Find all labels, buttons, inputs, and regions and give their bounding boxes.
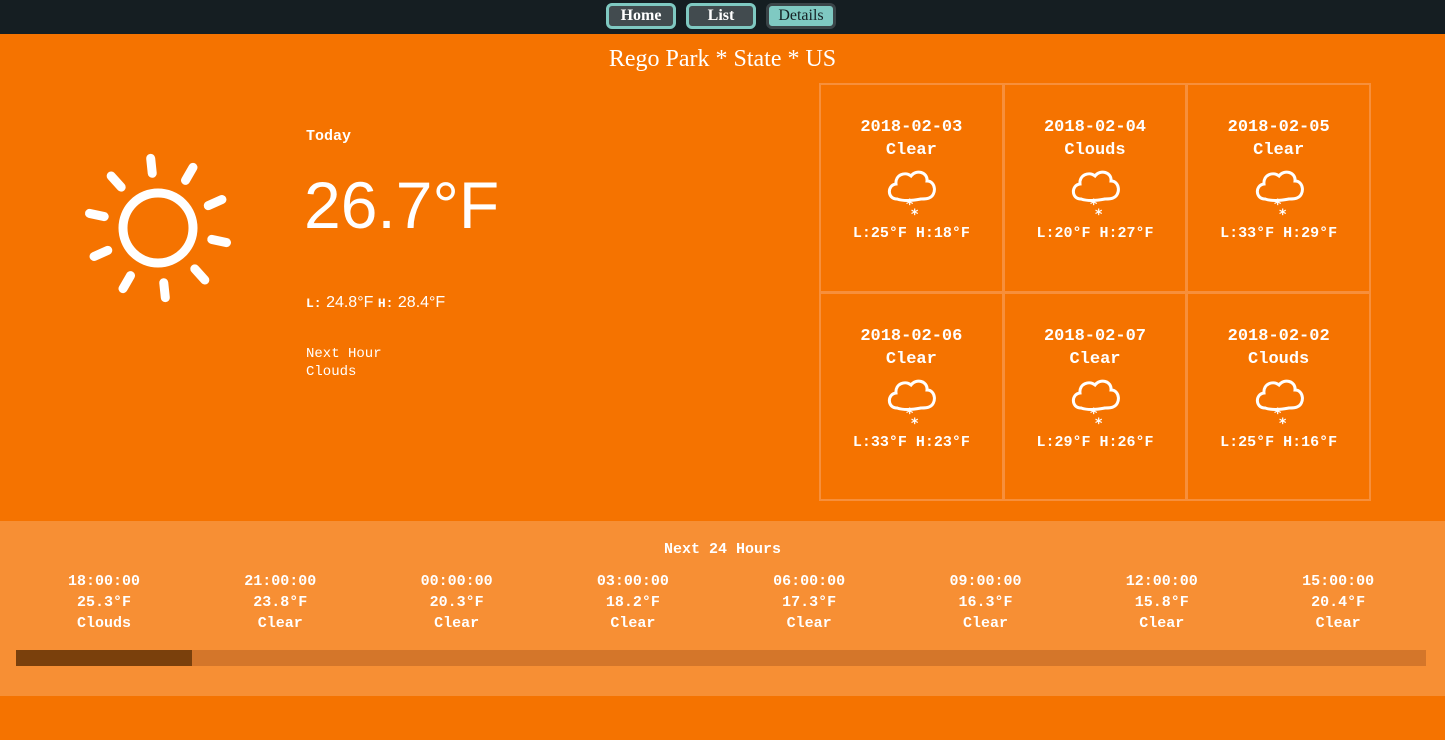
forecast-range: L:33°F H:29°F <box>1220 225 1338 242</box>
svg-text:*: * <box>1095 416 1103 430</box>
forecast-card: 2018-02-04 Clouds * * L:20°F H:27°F <box>1004 85 1186 291</box>
svg-text:*: * <box>1095 207 1103 221</box>
forecast-grid: 2018-02-03 Clear * * L:25°F H:18°F 2018-02-04… <box>819 83 1371 501</box>
hourly-temp: 20.3°F <box>429 594 484 611</box>
hourly-condition: Clear <box>1139 615 1185 632</box>
sun-ray <box>181 162 198 185</box>
hourly-time: 09:00:00 <box>949 573 1022 590</box>
hourly-condition: Clouds <box>76 615 131 632</box>
hourly-scrollbar[interactable] <box>16 650 1426 666</box>
scrollbar-thumb[interactable] <box>16 650 193 666</box>
forecast-card: 2018-02-05 Clear * * L:33°F H:29°F <box>1188 85 1369 291</box>
hourly-time: 15:00:00 <box>1302 573 1375 590</box>
cloud-snow-icon: ** <box>1071 170 1120 221</box>
forecast-range: L:25°F H:16°F <box>1220 433 1338 451</box>
hourly-item: 18:00:00 25.3°F Clouds <box>16 571 192 634</box>
hourly-item: 06:00:00 17.3°F Clear <box>721 571 897 634</box>
cloud-snow-icon: ** <box>888 379 937 430</box>
cloud-snow-icon: ** <box>1255 379 1304 430</box>
nav-home-button[interactable]: Home <box>606 3 676 29</box>
nav-details-button[interactable]: Details <box>766 3 836 29</box>
today-range: L: 24.8°F H: 28.4°F <box>306 294 445 312</box>
forecast-date: 2018-02-04 <box>1043 118 1146 137</box>
hourly-time: 06:00:00 <box>773 573 846 590</box>
current-temperature: 26.7°F <box>304 168 500 242</box>
forecast-date: 2018-02-06 <box>860 326 963 346</box>
hourly-time: 21:00:00 <box>244 573 317 590</box>
sun-icon <box>85 153 231 303</box>
svg-text:*: * <box>1279 416 1287 430</box>
forecast-range: L:29°F H:26°F <box>1036 433 1154 451</box>
forecast-range: L:20°F H:27°F <box>1036 225 1154 242</box>
forecast-card: 2018-02-02 Clouds * * L:25°F H:16°F <box>1188 293 1369 499</box>
hourly-item: 12:00:00 15.8°F Clear <box>1074 571 1250 634</box>
forecast-range: L:33°F H:23°F <box>852 433 970 451</box>
sun-ray <box>203 195 227 211</box>
hourly-condition: Clear <box>257 615 303 632</box>
hourly-item: 21:00:00 23.8°F Clear <box>192 571 368 634</box>
forecast-date: 2018-02-07 <box>1043 326 1146 346</box>
sun-ray <box>118 271 135 294</box>
forecast-card: 2018-02-03 Clear * * L:25°F H:18°F <box>821 85 1002 291</box>
sun-ray <box>190 264 210 285</box>
next-hour-label: Next Hour <box>306 346 382 362</box>
forecast-condition: Clouds <box>1064 141 1126 160</box>
hourly-temp: 15.8°F <box>1134 594 1189 611</box>
sun-ray <box>89 245 113 261</box>
hourly-condition: Clear <box>610 615 656 632</box>
hourly-time: 12:00:00 <box>1125 573 1198 590</box>
nav-list-button[interactable]: List <box>686 3 756 29</box>
low-key: L: <box>306 296 322 311</box>
forecast-date: 2018-02-02 <box>1227 326 1330 346</box>
forecast-range: L:25°F H:18°F <box>852 225 970 242</box>
hourly-time: 18:00:00 <box>67 573 140 590</box>
sun-ray <box>159 278 170 303</box>
cloud-snow-icon: ** <box>888 170 937 221</box>
cloud-snow-icon: ** <box>1255 170 1304 221</box>
hourly-temp: 16.3°F <box>958 594 1013 611</box>
hourly-condition: Clear <box>962 615 1008 632</box>
next-hour-condition: Clouds <box>306 364 357 380</box>
top-nav: Home List Details <box>0 0 1445 34</box>
sun-ray <box>146 153 157 178</box>
hourly-item: 00:00:00 20.3°F Clear <box>369 571 545 634</box>
hourly-time: 00:00:00 <box>420 573 493 590</box>
forecast-condition: Clear <box>1253 141 1305 160</box>
sun-ray <box>106 171 126 192</box>
forecast-card: 2018-02-07 Clear * * L:29°F H:26°F <box>1004 293 1186 499</box>
forecast-card: 2018-02-06 Clear * * L:33°F H:23°F <box>821 293 1002 499</box>
low-value: 24.8°F <box>326 294 374 311</box>
forecast-condition: Clear <box>885 349 937 369</box>
high-key: H: <box>377 296 394 311</box>
svg-text:*: * <box>911 207 919 221</box>
hourly-condition: Clear <box>1315 615 1361 632</box>
forecast-condition: Clear <box>885 141 937 160</box>
forecast-condition: Clear <box>1069 349 1121 369</box>
hourly-temp: 25.3°F <box>76 594 131 611</box>
hourly-item: 03:00:00 18.2°F Clear <box>545 571 721 634</box>
hourly-temp: 18.2°F <box>605 594 660 611</box>
today-label: Today <box>306 128 352 145</box>
sun-ray <box>207 234 231 248</box>
hourly-title: Next 24 Hours <box>663 541 782 558</box>
svg-text:*: * <box>911 416 919 430</box>
svg-text:*: * <box>1279 207 1287 221</box>
hourly-temp: 23.8°F <box>253 594 308 611</box>
forecast-date: 2018-02-05 <box>1227 118 1330 137</box>
cloud-snow-icon: ** <box>1071 379 1120 430</box>
hourly-panel: Next 24 Hours 18:00:00 25.3°F Clouds 21:00:… <box>0 521 1445 696</box>
hourly-temp: 20.4°F <box>1311 594 1366 611</box>
high-value: 28.4°F <box>397 294 446 311</box>
sun-ray <box>85 208 109 222</box>
hourly-item: 15:00:00 20.4°F Clear <box>1250 571 1426 634</box>
hourly-condition: Clear <box>434 615 480 632</box>
forecast-date: 2018-02-03 <box>860 118 963 137</box>
location-title: Rego Park * State * US <box>608 46 837 72</box>
next-hour: Next Hour Clouds <box>306 345 382 381</box>
hourly-time: 03:00:00 <box>596 573 669 590</box>
hourly-item: 09:00:00 16.3°F Clear <box>898 571 1074 634</box>
forecast-condition: Clouds <box>1248 349 1310 369</box>
hourly-temp: 17.3°F <box>782 594 837 611</box>
hourly-condition: Clear <box>786 615 832 632</box>
